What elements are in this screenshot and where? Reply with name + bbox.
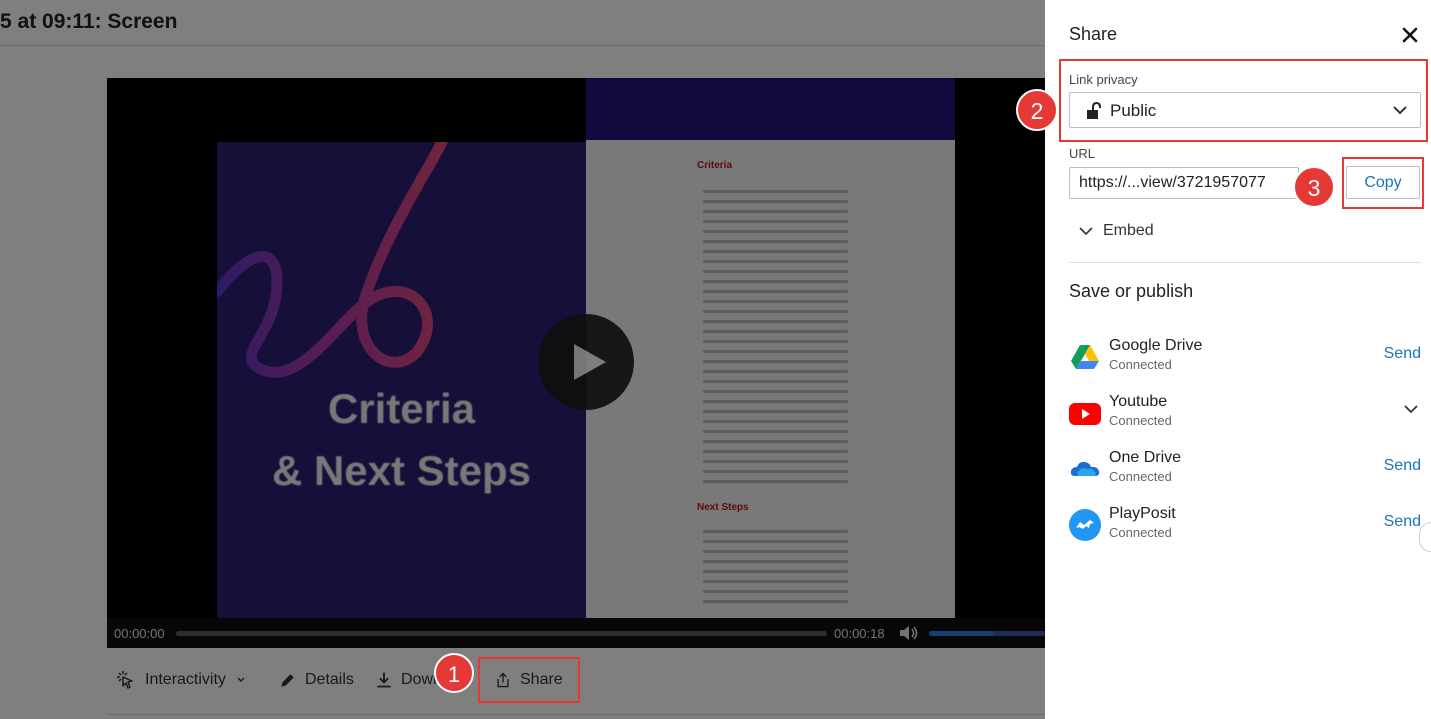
annotation-highlight-share — [478, 657, 580, 703]
annotation-step-badge: 3 — [1293, 166, 1335, 208]
service-status: Connected — [1109, 413, 1172, 428]
close-icon[interactable] — [1399, 24, 1421, 46]
service-name: Google Drive — [1109, 337, 1203, 354]
send-button[interactable]: Send — [1384, 513, 1421, 531]
chevron-down-icon — [1079, 227, 1093, 236]
embed-label: Embed — [1103, 222, 1154, 239]
send-button[interactable]: Send — [1384, 345, 1421, 363]
url-label: URL — [1069, 146, 1096, 161]
onedrive-icon — [1070, 461, 1100, 476]
embed-toggle[interactable]: Embed — [1079, 219, 1154, 243]
service-row-youtube: Youtube Connected — [1069, 393, 1421, 437]
service-status: Connected — [1109, 357, 1172, 372]
url-field[interactable]: https://...view/3721957077 — [1069, 167, 1299, 199]
send-button[interactable]: Send — [1384, 457, 1421, 475]
modal-backdrop[interactable] — [0, 0, 1045, 719]
service-name: One Drive — [1109, 449, 1182, 466]
unlock-icon — [1087, 102, 1101, 119]
link-privacy-value: Public — [1110, 101, 1157, 120]
playposit-icon — [1069, 509, 1101, 541]
screen: 5 at 09:11: Screen Criteria — [0, 0, 1431, 719]
annotation-step-badge: 1 — [434, 653, 474, 693]
chevron-down-icon[interactable] — [1403, 403, 1419, 415]
annotation-step-badge: 2 — [1016, 89, 1058, 131]
service-row-one-drive: One Drive Connected Send — [1069, 449, 1421, 493]
link-privacy-select[interactable]: Public — [1069, 92, 1421, 128]
copy-button[interactable]: Copy — [1346, 166, 1420, 199]
panel-scroll-handle[interactable] — [1419, 522, 1431, 552]
panel-title: Share — [1069, 24, 1118, 44]
service-row-google-drive: Google Drive Connected Send — [1069, 337, 1421, 381]
share-panel: Share Link privacy Public URL https://..… — [1045, 0, 1431, 719]
service-row-playposit: PlayPosit Connected Send — [1069, 505, 1421, 549]
save-or-publish-heading: Save or publish — [1069, 281, 1194, 301]
service-status: Connected — [1109, 469, 1172, 484]
chevron-down-icon — [1393, 106, 1407, 115]
divider — [1069, 262, 1421, 263]
youtube-icon — [1069, 403, 1101, 425]
service-status: Connected — [1109, 525, 1172, 540]
service-name: PlayPosit — [1109, 505, 1176, 522]
link-privacy-label: Link privacy — [1069, 72, 1138, 87]
google-drive-icon — [1071, 345, 1099, 369]
service-name: Youtube — [1109, 393, 1168, 410]
